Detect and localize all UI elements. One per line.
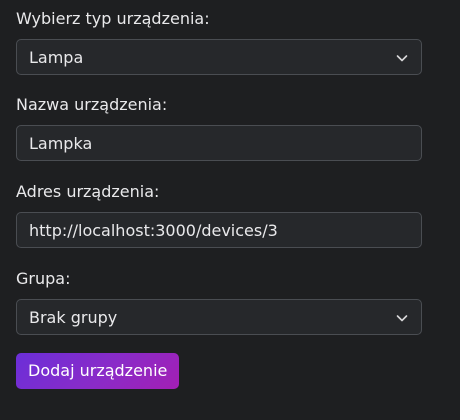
group-label: Grupa:: [16, 269, 71, 288]
device-type-select[interactable]: Lampa: [16, 39, 422, 75]
device-type-label: Wybierz typ urządzenia:: [16, 9, 210, 28]
chevron-down-icon: [395, 311, 409, 325]
group-select[interactable]: Brak grupy: [16, 299, 422, 335]
device-type-selected-value: Lampa: [29, 47, 84, 67]
add-device-form: Wybierz typ urządzenia: Lampa Nazwa urzą…: [0, 0, 460, 420]
device-name-input[interactable]: Lampka: [16, 125, 422, 161]
group-selected-value: Brak grupy: [29, 307, 118, 327]
add-device-button[interactable]: Dodaj urządzenie: [16, 353, 180, 389]
chevron-down-icon: [395, 51, 409, 65]
device-address-value: http://localhost:3000/devices/3: [29, 220, 278, 240]
device-address-input[interactable]: http://localhost:3000/devices/3: [16, 212, 422, 248]
device-address-label: Adres urządzenia:: [16, 182, 160, 201]
device-name-label: Nazwa urządzenia:: [16, 95, 168, 114]
device-name-value: Lampka: [29, 133, 93, 153]
